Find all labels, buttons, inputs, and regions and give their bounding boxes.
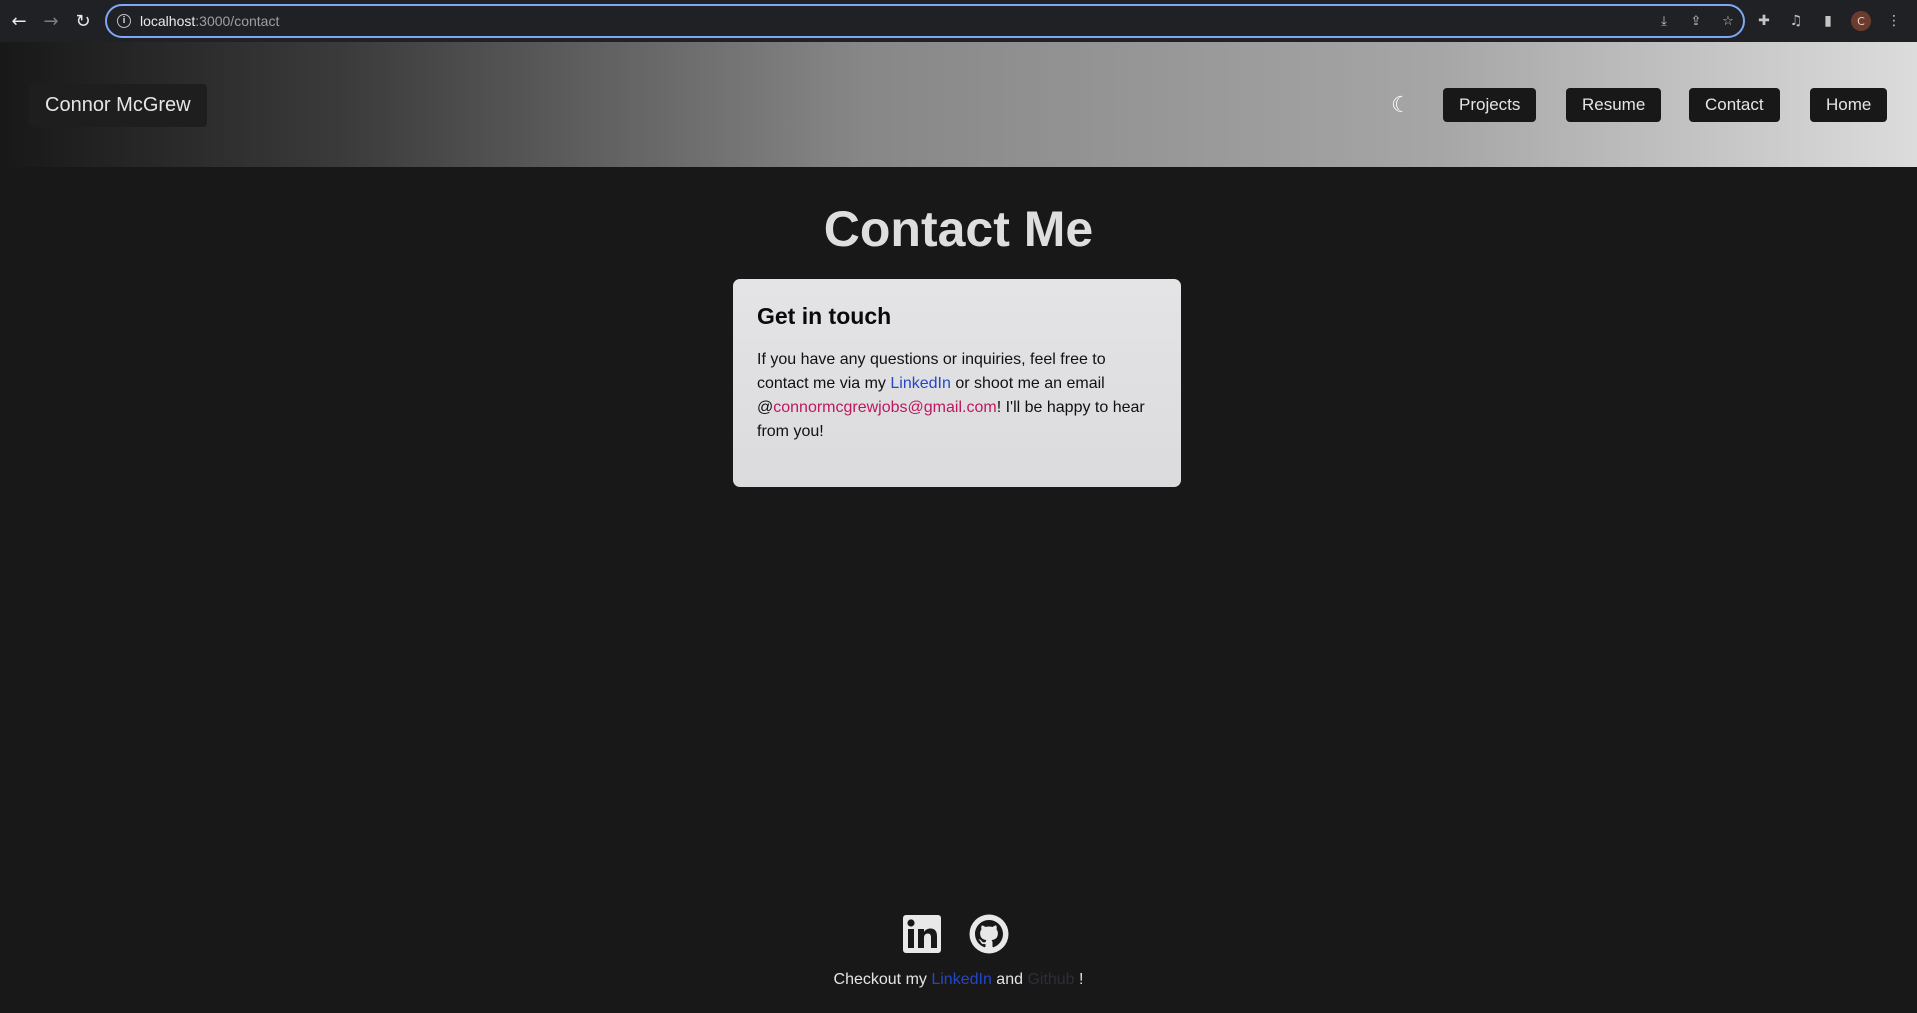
site-header: Connor McGrew ☾ Projects Resume Contact … bbox=[0, 42, 1917, 167]
share-icon[interactable]: ⇪ bbox=[1687, 14, 1705, 29]
forward-arrow-icon[interactable]: → bbox=[36, 6, 66, 36]
footer-linkedin-link[interactable]: LinkedIn bbox=[931, 971, 992, 988]
footer-social-icons bbox=[902, 914, 1009, 954]
url-path: :3000/contact bbox=[195, 13, 280, 29]
nav-contact[interactable]: Contact bbox=[1689, 88, 1780, 122]
nav-home[interactable]: Home bbox=[1810, 88, 1888, 122]
menu-kebab-icon[interactable]: ⋮ bbox=[1885, 13, 1903, 29]
media-control-icon[interactable]: ♫ bbox=[1787, 13, 1805, 29]
url-text[interactable]: localhost:3000/contact bbox=[140, 13, 279, 29]
browser-toolbar: ← → ↻ i localhost:3000/contact ⤓ ⇪ ☆ ✚ ♫… bbox=[0, 0, 1917, 42]
email-link[interactable]: connormcgrewjobs@gmail.com bbox=[773, 399, 996, 416]
card-heading: Get in touch bbox=[757, 303, 892, 329]
linkedin-link[interactable]: LinkedIn bbox=[890, 375, 951, 392]
extensions-icon[interactable]: ✚ bbox=[1755, 13, 1773, 29]
reload-icon[interactable]: ↻ bbox=[68, 6, 98, 36]
address-bar[interactable]: i localhost:3000/contact ⤓ ⇪ ☆ bbox=[105, 4, 1745, 38]
brand-name[interactable]: Connor McGrew bbox=[29, 84, 207, 127]
footer-text-part: and bbox=[991, 971, 1028, 988]
nav-projects[interactable]: Projects bbox=[1443, 88, 1537, 122]
page-title: Contact Me bbox=[823, 201, 1094, 257]
url-host: localhost bbox=[140, 13, 196, 29]
footer-text: Checkout my LinkedIn and Github ! bbox=[0, 971, 1917, 989]
footer-text-part: Checkout my bbox=[833, 971, 932, 988]
card-body: If you have any questions or inquiries, … bbox=[757, 348, 1157, 444]
contact-card: Get in touch If you have any questions o… bbox=[733, 279, 1181, 487]
side-panel-icon[interactable]: ▮ bbox=[1819, 13, 1837, 29]
bookmark-star-icon[interactable]: ☆ bbox=[1719, 14, 1737, 29]
footer-text-part: ! bbox=[1074, 971, 1084, 988]
back-arrow-icon[interactable]: ← bbox=[4, 6, 34, 36]
github-icon[interactable] bbox=[969, 914, 1009, 954]
footer-github-link[interactable]: Github bbox=[1027, 971, 1074, 988]
moon-icon[interactable]: ☾ bbox=[1388, 92, 1414, 118]
nav-resume[interactable]: Resume bbox=[1566, 88, 1662, 122]
linkedin-icon[interactable] bbox=[902, 914, 942, 954]
site-info-icon[interactable]: i bbox=[117, 14, 131, 28]
profile-avatar[interactable]: C bbox=[1851, 11, 1871, 31]
install-app-icon[interactable]: ⤓ bbox=[1655, 14, 1673, 29]
